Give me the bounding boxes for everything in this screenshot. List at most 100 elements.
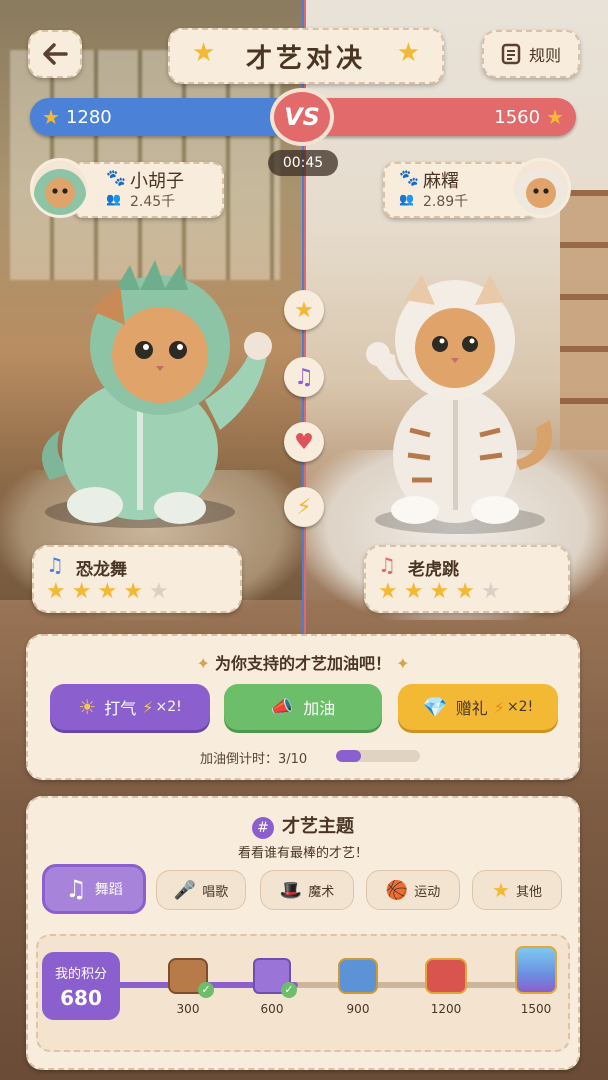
vs-badge: VS bbox=[270, 88, 334, 146]
my-points-label: 我的积分 bbox=[54, 966, 107, 982]
red-chest-icon bbox=[425, 958, 467, 994]
milestone-points: 1200 bbox=[430, 1002, 462, 1016]
star-icon: ★ bbox=[97, 579, 124, 604]
support-title-row: ✦ 为你支持的才艺加油吧！ ✦ bbox=[28, 650, 578, 674]
theme-title: 才艺主题 bbox=[282, 816, 354, 837]
side-music-button[interactable]: ♫ bbox=[284, 357, 324, 397]
rules-button[interactable]: 规则 bbox=[482, 30, 580, 78]
milestone-points: 1500 bbox=[520, 1002, 552, 1016]
title-banner: ★ 才艺对决 ★ bbox=[168, 28, 444, 84]
cheer-multiplier: ×2! bbox=[155, 699, 182, 715]
star-icon: ★ bbox=[71, 579, 98, 604]
side-heart-button[interactable]: ♥ bbox=[284, 422, 324, 462]
left-score: 1280 bbox=[65, 106, 112, 128]
treasure-chest-icon: ✓ bbox=[168, 958, 214, 998]
blue-chest-icon bbox=[338, 958, 378, 994]
countdown-progress-track bbox=[336, 750, 420, 762]
tab-sports[interactable]: 🏀 运动 bbox=[366, 870, 460, 910]
followers-icon: 👥 bbox=[399, 192, 414, 206]
avatar[interactable] bbox=[30, 158, 90, 218]
player-card-left[interactable]: 🐾 小胡子 👥 2.45千 bbox=[30, 158, 225, 220]
ball-icon: 🏀 bbox=[385, 879, 409, 901]
tab-other[interactable]: ★ 其他 bbox=[472, 870, 562, 910]
milestone-points: 300 bbox=[176, 1002, 200, 1016]
hashtag-icon: # bbox=[252, 817, 274, 839]
followers-icon: 👥 bbox=[106, 192, 121, 206]
tab-magic[interactable]: 🎩 魔术 bbox=[260, 870, 354, 910]
tab-label: 运动 bbox=[414, 884, 441, 900]
check-icon: ✓ bbox=[198, 982, 214, 998]
score-bar-left: ★ 1280 bbox=[30, 98, 288, 136]
check-icon: ✓ bbox=[281, 982, 297, 998]
lightning-icon: ⚡ bbox=[142, 697, 154, 717]
side-lightning-button[interactable]: ⚡ bbox=[284, 487, 324, 527]
milestone-points: 600 bbox=[260, 1002, 284, 1016]
milestone-1200[interactable]: 1200 bbox=[422, 958, 470, 1016]
tab-label: 舞蹈 bbox=[94, 882, 123, 898]
tab-dance[interactable]: ♫ 舞蹈 bbox=[42, 864, 146, 914]
star-icon: ★ bbox=[429, 579, 456, 604]
star-icon: ★ bbox=[396, 38, 420, 68]
diamond-icon: 💎 bbox=[422, 695, 448, 719]
tab-sing[interactable]: 🎤 唱歌 bbox=[156, 870, 246, 910]
right-score: 1560 bbox=[494, 106, 541, 128]
music-note-icon: ♫ bbox=[378, 553, 396, 577]
milestone-1500[interactable]: 1500 bbox=[512, 946, 560, 1016]
rating-stars: ★★★★★ bbox=[378, 579, 507, 604]
sparkle-icon: ✦ bbox=[391, 654, 410, 673]
star-icon: ★ bbox=[123, 579, 149, 604]
theme-subtitle: 看看谁有最棒的才艺！ bbox=[237, 846, 368, 861]
music-note-icon: ♫ bbox=[46, 553, 64, 577]
score-bar-right: 1560 ★ bbox=[320, 98, 576, 136]
milestone-300[interactable]: ✓ 300 bbox=[164, 958, 214, 1016]
cheer-label: 打气 bbox=[104, 699, 137, 718]
star-icon: ★ bbox=[192, 38, 216, 68]
star-icon: ★ bbox=[403, 579, 430, 604]
sparkle-icon: ✦ bbox=[196, 654, 215, 673]
star-icon: ★ bbox=[455, 579, 481, 604]
follower-count: 2.45千 bbox=[130, 194, 176, 210]
milestone-points: 900 bbox=[346, 1002, 370, 1016]
gift-button[interactable]: 💎 赠礼 ⚡ ×2! bbox=[398, 684, 558, 730]
star-icon: ★ bbox=[492, 878, 510, 902]
side-star-button[interactable]: ★ bbox=[284, 290, 324, 330]
back-arrow-icon bbox=[43, 43, 68, 65]
star-icon: ★ bbox=[546, 105, 564, 129]
player-name: 小胡子 bbox=[130, 171, 184, 192]
vs-text: VS bbox=[284, 103, 320, 131]
gift-multiplier: ×2! bbox=[506, 699, 534, 715]
microphone-icon: 🎤 bbox=[173, 879, 197, 901]
music-note-icon: ♫ bbox=[65, 875, 87, 903]
star-icon: ★ bbox=[378, 579, 404, 604]
theme-title-row: # 才艺主题 bbox=[28, 812, 578, 839]
milestone-600[interactable]: ✓ 600 bbox=[248, 958, 297, 1016]
support-title: 为你支持的才艺加油吧！ bbox=[214, 654, 391, 673]
music-note-icon: ♫ bbox=[294, 364, 314, 390]
tiger-costume-cat bbox=[366, 275, 552, 534]
cheer-button[interactable]: ☀ 打气 ⚡ ×2! bbox=[50, 684, 210, 730]
tab-label: 其他 bbox=[515, 884, 542, 900]
avatar[interactable] bbox=[511, 158, 571, 218]
back-button[interactable] bbox=[28, 30, 82, 78]
dino-costume-cat bbox=[42, 260, 272, 528]
star-icon: ★ bbox=[46, 579, 72, 604]
milestone-900[interactable]: 900 bbox=[334, 958, 382, 1016]
gift-box-icon: ✓ bbox=[253, 958, 297, 998]
player-name: 麻糬 bbox=[423, 171, 459, 192]
boost-button[interactable]: 📣 加油 bbox=[224, 684, 382, 730]
lightning-icon: ⚡ bbox=[296, 494, 312, 520]
paw-icon: 🐾 bbox=[106, 168, 126, 187]
gift-label: 赠礼 bbox=[455, 699, 488, 718]
boost-label: 加油 bbox=[303, 699, 336, 718]
talent-card-left: ♫ 恐龙舞 ★★★★★ bbox=[32, 545, 242, 613]
tab-label: 唱歌 bbox=[202, 884, 229, 900]
reward-track: 我的积分 680 ✓ 300 ✓ 600 900 1200 1500 bbox=[36, 934, 570, 1052]
my-points-value: 680 bbox=[60, 985, 102, 1010]
rules-label: 规则 bbox=[528, 46, 561, 65]
my-points-badge: 我的积分 680 bbox=[42, 952, 120, 1020]
paw-icon: 🐾 bbox=[399, 168, 419, 187]
diamond-chest-icon bbox=[515, 946, 557, 994]
player-card-right[interactable]: 🐾 麻糬 👥 2.89千 bbox=[383, 158, 578, 220]
tab-label: 魔术 bbox=[308, 884, 335, 900]
star-empty-icon: ★ bbox=[148, 579, 175, 604]
